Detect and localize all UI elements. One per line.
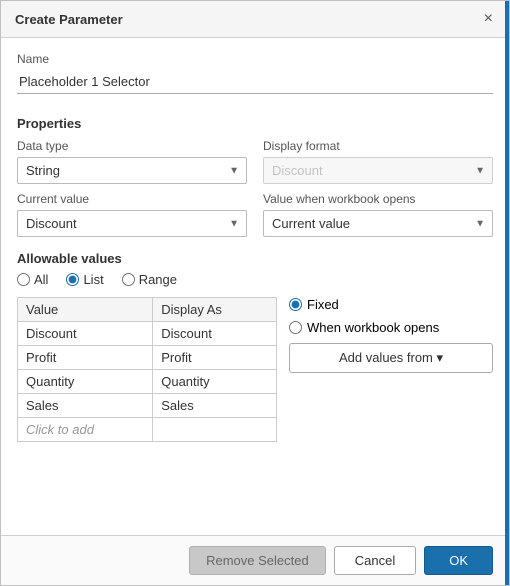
radio-all-input[interactable] xyxy=(17,273,30,286)
radio-range[interactable]: Range xyxy=(122,272,177,287)
display-format-col: Display format Discount ▼ xyxy=(263,139,493,184)
display-format-select[interactable]: Discount xyxy=(263,157,493,184)
display-format-wrapper: Discount ▼ xyxy=(263,157,493,184)
col-header-value: Value xyxy=(18,298,153,322)
current-value-col: Current value Discount Profit Quantity S… xyxy=(17,192,247,237)
values-table: Value Display As Discount Discount Profi… xyxy=(17,297,277,442)
workbook-opens-label: When workbook opens xyxy=(307,320,439,335)
radio-all[interactable]: All xyxy=(17,272,48,287)
current-value-wrapper: Discount Profit Quantity Sales ▼ xyxy=(17,210,247,237)
click-to-add-cell[interactable]: Click to add xyxy=(18,418,153,442)
allowable-radios: All List Range xyxy=(17,272,493,287)
dialog-footer: Remove Selected Cancel OK xyxy=(1,535,509,585)
fixed-label: Fixed xyxy=(307,297,339,312)
accent-bar xyxy=(505,1,509,585)
current-value-row: Current value Discount Profit Quantity S… xyxy=(17,192,493,237)
data-type-col: Data type String Integer Float Boolean D… xyxy=(17,139,247,184)
radio-range-input[interactable] xyxy=(122,273,135,286)
row-display-as: Profit xyxy=(153,346,277,370)
row-display-as: Sales xyxy=(153,394,277,418)
name-label: Name xyxy=(17,52,493,66)
row-display-as: Quantity xyxy=(153,370,277,394)
col-header-display-as: Display As xyxy=(153,298,277,322)
properties-heading: Properties xyxy=(17,116,493,131)
row-value: Sales xyxy=(18,394,153,418)
dialog-body: Name Properties Data type String Integer… xyxy=(1,38,509,535)
current-value-select[interactable]: Discount Profit Quantity Sales xyxy=(17,210,247,237)
right-panel: Fixed When workbook opens Add values fro… xyxy=(289,297,493,373)
radio-list-input[interactable] xyxy=(66,273,79,286)
table-row[interactable]: Sales Sales xyxy=(18,394,277,418)
click-to-add-row[interactable]: Click to add xyxy=(18,418,277,442)
display-format-label: Display format xyxy=(263,139,493,153)
workbook-opens-label: Value when workbook opens xyxy=(263,192,493,206)
create-parameter-dialog: Create Parameter × Name Properties Data … xyxy=(0,0,510,586)
radio-fixed-input[interactable] xyxy=(289,298,302,311)
table-row[interactable]: Profit Profit xyxy=(18,346,277,370)
data-type-wrapper: String Integer Float Boolean Date Date &… xyxy=(17,157,247,184)
radio-workbook-opens-input[interactable] xyxy=(289,321,302,334)
data-type-select[interactable]: String Integer Float Boolean Date Date &… xyxy=(17,157,247,184)
radio-when-workbook-opens[interactable]: When workbook opens xyxy=(289,320,493,335)
data-type-row: Data type String Integer Float Boolean D… xyxy=(17,139,493,184)
dialog-header: Create Parameter × xyxy=(1,1,509,38)
add-values-button[interactable]: Add values from ▾ xyxy=(289,343,493,373)
table-row[interactable]: Quantity Quantity xyxy=(18,370,277,394)
ok-button[interactable]: OK xyxy=(424,546,493,575)
data-type-label: Data type xyxy=(17,139,247,153)
click-to-add-cell-empty xyxy=(153,418,277,442)
workbook-opens-col: Value when workbook opens Current value … xyxy=(263,192,493,237)
row-value: Profit xyxy=(18,346,153,370)
name-input[interactable] xyxy=(17,70,493,94)
close-button[interactable]: × xyxy=(482,11,495,27)
values-area: Value Display As Discount Discount Profi… xyxy=(17,297,493,442)
cancel-button[interactable]: Cancel xyxy=(334,546,416,575)
dialog-title: Create Parameter xyxy=(15,12,123,27)
remove-selected-button[interactable]: Remove Selected xyxy=(189,546,326,575)
row-display-as: Discount xyxy=(153,322,277,346)
values-table-area: Value Display As Discount Discount Profi… xyxy=(17,297,277,442)
radio-list[interactable]: List xyxy=(66,272,103,287)
radio-fixed[interactable]: Fixed xyxy=(289,297,493,312)
allowable-values-heading: Allowable values xyxy=(17,251,493,266)
row-value: Quantity xyxy=(18,370,153,394)
allowable-values-section: Allowable values All List Range xyxy=(17,251,493,442)
table-row[interactable]: Discount Discount xyxy=(18,322,277,346)
current-value-label: Current value xyxy=(17,192,247,206)
workbook-opens-select[interactable]: Current value Prompt user xyxy=(263,210,493,237)
workbook-opens-wrapper: Current value Prompt user ▼ xyxy=(263,210,493,237)
row-value: Discount xyxy=(18,322,153,346)
